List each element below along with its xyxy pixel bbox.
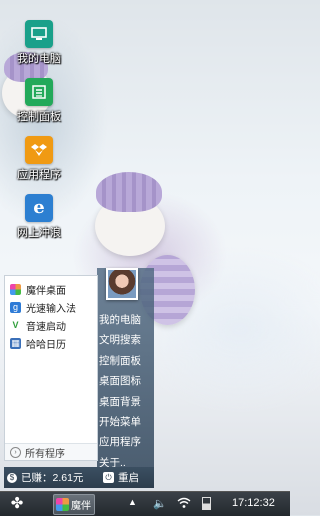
taskbar: ✤ 魔伴 ▲ 🔈 17:12:32 [0,491,290,516]
volume-icon[interactable]: 🔈 [153,497,167,510]
menu-item-label: 音速启动 [26,321,66,333]
menu-item-desktop-icons[interactable]: 桌面图标 [99,371,141,391]
start-menu-right-list: 我的电脑 文明搜索 控制面板 桌面图标 桌面背景 开始菜单 应用程序 关于.. [99,310,141,473]
menu-item-mobanzhuomian[interactable]: 魔伴桌面 [5,280,97,298]
arrow-right-icon: › [10,446,21,458]
battery-icon[interactable] [202,497,211,510]
taskbar-clock[interactable]: 17:12:32 [232,497,275,509]
calendar-icon: ▦ [10,337,21,349]
menu-item-calendar[interactable]: ▦ 哈哈日历 [5,334,97,352]
start-menu-bottom-bar: $ 已赚：2.61元 ⏻ 重启 [4,467,154,488]
menu-item-my-computer[interactable]: 我的电脑 [99,310,141,330]
computer-icon [25,20,53,48]
menu-item-input-method[interactable]: g 光速输入法 [5,298,97,316]
wifi-icon[interactable] [177,497,191,511]
start-button[interactable]: ✤ [8,495,26,513]
start-menu-left-panel: 魔伴桌面 g 光速输入法 V 音速启动 ▦ 哈哈日历 › 所有程序 [4,275,98,461]
tray-expand-icon[interactable]: ▲ [128,497,137,507]
desktop-icon-apps[interactable]: 应用程序 [10,136,68,182]
earnings-status: $ 已赚：2.61元 [4,470,99,485]
earnings-text: 已赚：2.61元 [21,472,84,484]
menu-item-control-panel[interactable]: 控制面板 [99,351,141,371]
menu-item-label: 哈哈日历 [26,339,66,351]
apps-box-icon [25,136,53,164]
menu-item-applications[interactable]: 应用程序 [99,432,141,452]
moban-app-icon [56,498,69,511]
menu-item-launcher[interactable]: V 音速启动 [5,316,97,334]
mobanzhuomian-icon [10,283,21,295]
bear-hat-decoration [96,172,162,212]
clover-icon: ✤ [10,495,24,512]
control-panel-icon [25,78,53,106]
menu-item-label: 魔伴桌面 [26,285,66,297]
all-programs-button[interactable]: › 所有程序 [5,443,97,460]
desktop-icon-label: 我的电脑 [17,53,61,65]
launcher-icon: V [12,320,19,330]
desktop-icon-label: 控制面板 [17,111,61,123]
desktop-icon-label: 应用程序 [17,169,61,181]
taskbar-app-label: 魔伴 [71,501,91,512]
input-method-icon: g [10,301,21,313]
coin-icon: $ [7,472,17,483]
power-icon: ⏻ [103,472,114,483]
desktop-icon-internet[interactable]: e 网上冲浪 [10,194,68,240]
restart-button[interactable]: ⏻ 重启 [99,470,139,485]
menu-item-start-menu[interactable]: 开始菜单 [99,412,141,432]
taskbar-app-moban[interactable]: 魔伴 [53,494,95,515]
restart-label: 重启 [118,472,139,484]
menu-item-search[interactable]: 文明搜索 [99,330,141,350]
ie-browser-icon: e [25,194,53,222]
all-programs-label: 所有程序 [25,448,65,460]
desktop-icon-label: 网上冲浪 [17,227,61,239]
desktop-icon-control-panel[interactable]: 控制面板 [10,78,68,124]
menu-item-label: 光速输入法 [26,303,76,315]
menu-item-desktop-background[interactable]: 桌面背景 [99,392,141,412]
desktop-icon-my-computer[interactable]: 我的电脑 [10,20,68,66]
user-avatar[interactable] [106,268,138,300]
start-menu: 魔伴桌面 g 光速输入法 V 音速启动 ▦ 哈哈日历 › 所有程序 我的电脑 文… [2,268,154,489]
